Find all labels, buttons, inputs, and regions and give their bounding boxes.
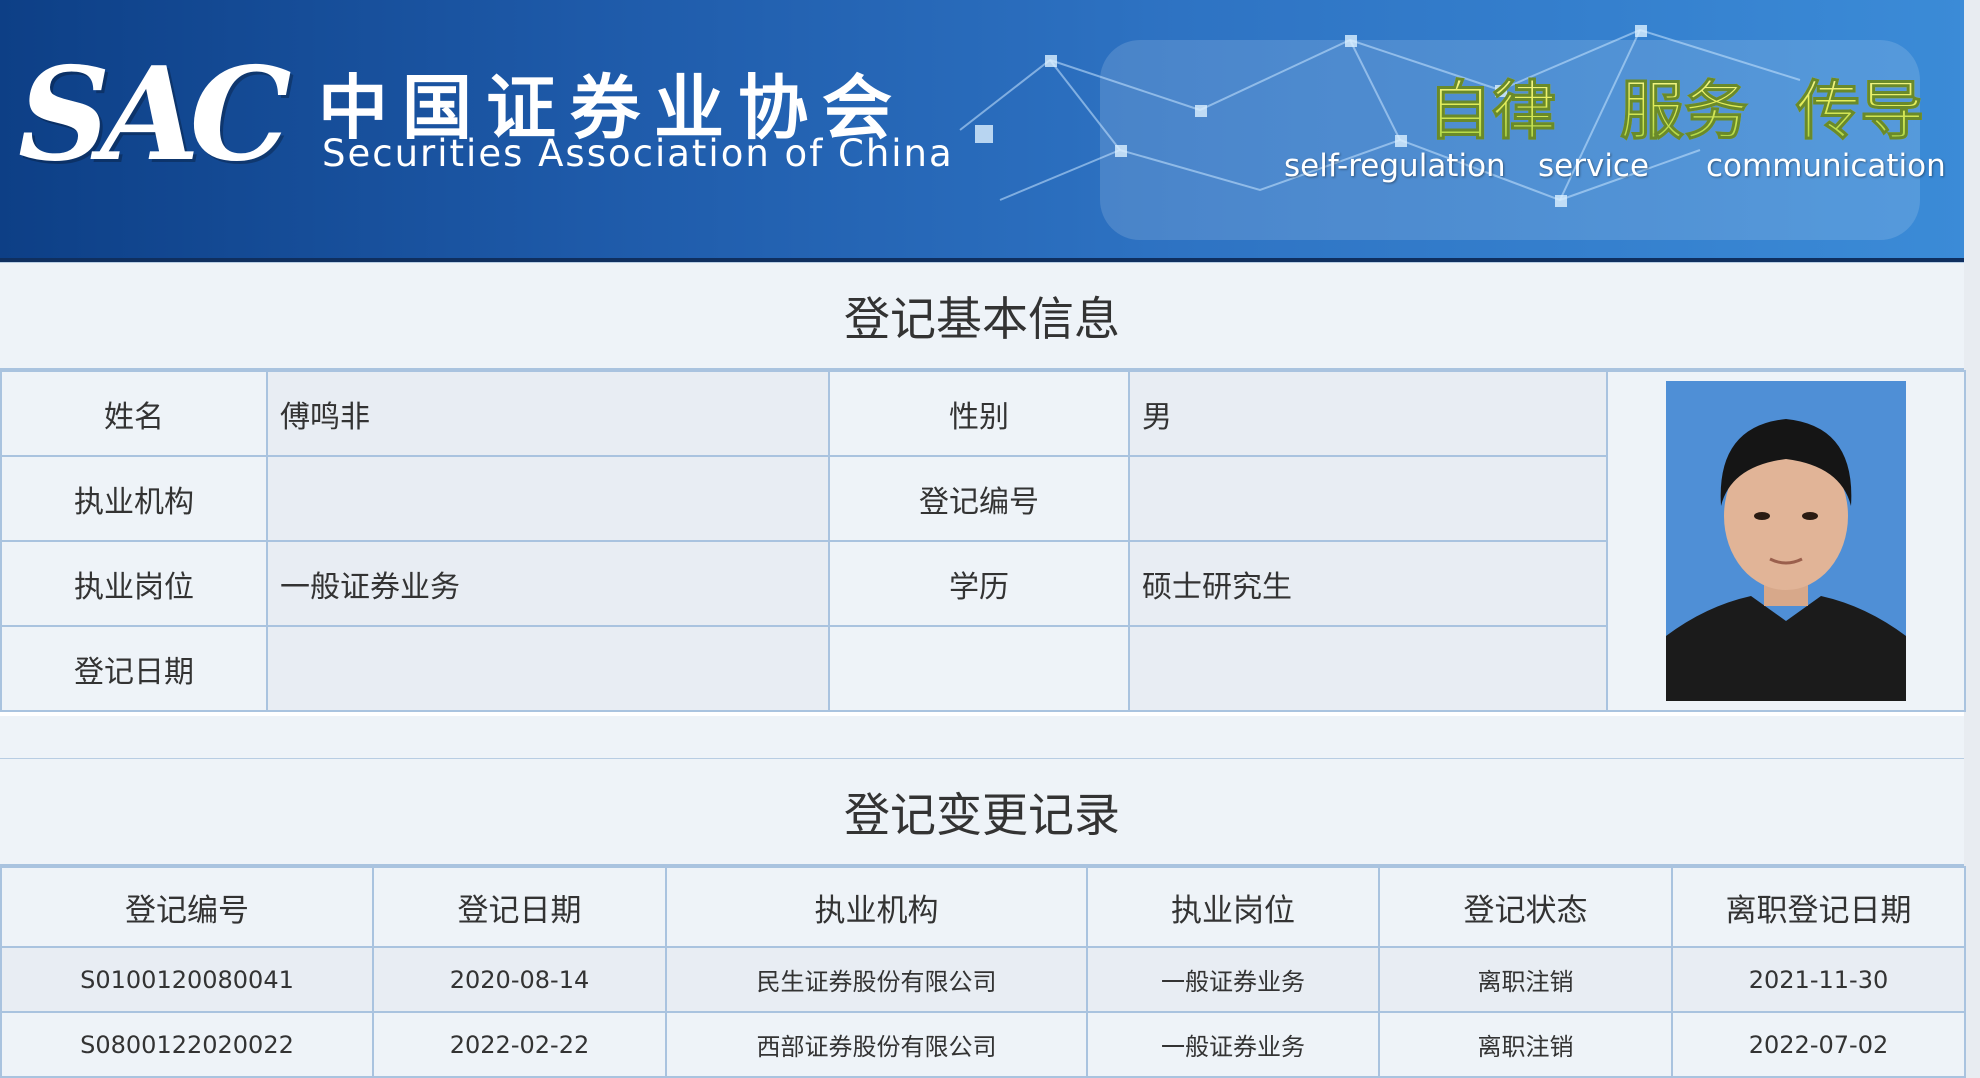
education-label: 学历: [828, 540, 1130, 627]
cell-position: 一般证券业务: [1086, 946, 1380, 1013]
org-label: 执业机构: [0, 455, 268, 542]
cell-position: 一般证券业务: [1086, 1011, 1380, 1078]
basic-info-title: 登记基本信息: [0, 262, 1964, 370]
education-value: 硕士研究生: [1128, 540, 1608, 627]
slogan-en-service: service: [1538, 148, 1650, 184]
cell-leave-date: 2022-07-02: [1671, 1011, 1966, 1078]
slogan-service: 服务: [1620, 60, 1749, 152]
slogan-en-self-regulation: self-regulation: [1284, 148, 1506, 184]
cell-org: 民生证券股份有限公司: [665, 946, 1088, 1013]
logo-english-name: Securities Association of China: [322, 132, 954, 175]
section-gap: [0, 716, 1964, 758]
slogan-en-communication: communication: [1706, 148, 1946, 184]
change-records-title: 登记变更记录: [0, 758, 1964, 866]
reg-date-label: 登记日期: [0, 625, 268, 712]
cell-leave-date: 2021-11-30: [1671, 946, 1966, 1013]
col-header-reg-date: 登记日期: [372, 866, 667, 948]
name-value: 傅鸣非: [266, 370, 830, 457]
header-banner: SAC 中国证券业协会 Securities Association of Ch…: [0, 0, 1964, 258]
cell-status: 离职注销: [1378, 946, 1673, 1013]
cell-org: 西部证券股份有限公司: [665, 1011, 1088, 1078]
empty-cell: [1128, 625, 1608, 712]
change-records-table: 登记编号 登记日期 执业机构 执业岗位 登记状态 离职登记日期 S0100120…: [0, 866, 1966, 1078]
reg-no-label: 登记编号: [828, 455, 1130, 542]
slogan-self-regulation: 自律: [1428, 60, 1557, 152]
cell-reg-date: 2022-02-22: [372, 1011, 667, 1078]
profile-photo: [1666, 381, 1906, 701]
table-row: S0100120080041 2020-08-14 民生证券股份有限公司 一般证…: [0, 946, 1966, 1013]
reg-date-value: [266, 625, 830, 712]
name-label: 姓名: [0, 370, 268, 457]
page: SAC 中国证券业协会 Securities Association of Ch…: [0, 0, 1980, 1078]
empty-cell: [828, 625, 1130, 712]
cell-reg-date: 2020-08-14: [372, 946, 667, 1013]
col-header-leave-date: 离职登记日期: [1671, 866, 1966, 948]
table-row: S0800122020022 2022-02-22 西部证券股份有限公司 一般证…: [0, 1011, 1966, 1078]
gender-label: 性别: [828, 370, 1130, 457]
slogan-communication: 传导: [1796, 60, 1925, 152]
col-header-reg-no: 登记编号: [0, 866, 374, 948]
col-header-org: 执业机构: [665, 866, 1088, 948]
org-value: [266, 455, 830, 542]
col-header-status: 登记状态: [1378, 866, 1673, 948]
col-header-position: 执业岗位: [1086, 866, 1380, 948]
scrollbar-gutter: [1964, 0, 1980, 1078]
sac-logo: SAC: [18, 40, 292, 190]
cell-status: 离职注销: [1378, 1011, 1673, 1078]
cell-reg-no: S0800122020022: [0, 1011, 374, 1078]
photo-cell: [1606, 370, 1966, 712]
position-label: 执业岗位: [0, 540, 268, 627]
reg-no-value: [1128, 455, 1608, 542]
basic-info-table: 姓名 傅鸣非 性别 男 执业机构 登记编号 执业岗位 一般证券业务 学历 硕士研…: [0, 370, 1966, 712]
cell-reg-no: S0100120080041: [0, 946, 374, 1013]
gender-value: 男: [1128, 370, 1608, 457]
position-value: 一般证券业务: [266, 540, 830, 627]
